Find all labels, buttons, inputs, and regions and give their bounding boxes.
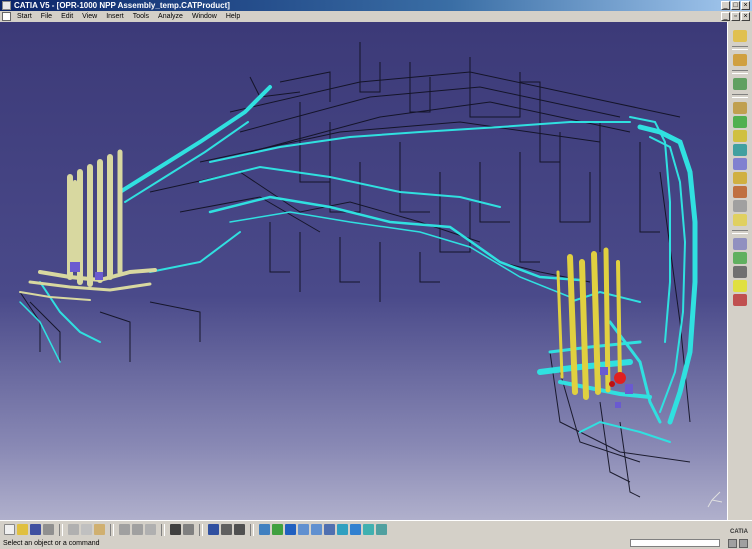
toolbar-separator [59, 523, 63, 536]
minimize-icon[interactable]: _ [721, 1, 730, 10]
window-title: CATIA V5 - [OPR-1000 NPP Assembly_temp.C… [14, 1, 230, 10]
formula-icon[interactable] [170, 524, 181, 535]
doc-close-icon[interactable]: × [741, 12, 750, 21]
status-prompt: Select an object or a command [3, 540, 100, 547]
zoom-out-icon[interactable] [311, 524, 322, 535]
annotation-icon[interactable] [733, 200, 747, 212]
status-bar: Select an object or a command [0, 538, 752, 549]
bottom-toolbar [0, 520, 752, 538]
piping-model [19, 42, 723, 508]
menu-edit[interactable]: Edit [57, 11, 78, 22]
catalog-icon[interactable] [733, 214, 747, 226]
stop-icon[interactable] [728, 539, 737, 548]
toolbar-separator [161, 523, 165, 536]
menu-start[interactable]: Start [13, 11, 37, 22]
constraint-icon[interactable] [733, 116, 747, 128]
print-icon[interactable] [43, 524, 54, 535]
rotate-icon[interactable] [285, 524, 296, 535]
toolbar-separator [110, 523, 114, 536]
doc-restore-icon[interactable]: ▫ [731, 12, 740, 21]
menu-tools[interactable]: Tools [129, 11, 154, 22]
fittings [70, 262, 633, 408]
close-icon[interactable]: × [741, 1, 750, 10]
light-icon[interactable] [733, 280, 747, 292]
toolbar-separator [732, 94, 748, 98]
paste-icon[interactable] [94, 524, 105, 535]
knowledge-icon[interactable] [221, 524, 232, 535]
toolbar-separator [732, 230, 748, 234]
hide-show-icon[interactable] [363, 524, 374, 535]
toolbar-separator [250, 523, 254, 536]
save-icon[interactable] [30, 524, 41, 535]
doc-minimize-icon[interactable]: _ [721, 12, 730, 21]
clash-icon[interactable] [733, 158, 747, 170]
document-controls: _ ▫ × [721, 12, 750, 21]
right-toolbar [727, 22, 752, 520]
document-icon[interactable] [2, 12, 11, 21]
fit-all-icon[interactable] [259, 524, 270, 535]
bill-of-material-icon[interactable] [733, 238, 747, 250]
render-icon[interactable] [733, 266, 747, 278]
maximize-icon[interactable]: □ [731, 1, 740, 10]
explode-icon[interactable] [733, 144, 747, 156]
menu-help[interactable]: Help [222, 11, 245, 22]
menu-window[interactable]: Window [188, 11, 222, 22]
toolbar-separator [199, 523, 203, 536]
red-valve [609, 372, 626, 387]
catia-logo-text: CATIA [730, 529, 748, 535]
toolbar-separator [732, 46, 748, 50]
menu-file[interactable]: File [37, 11, 57, 22]
toolbar-separator [732, 70, 748, 74]
redo-icon[interactable] [132, 524, 143, 535]
normal-view-icon[interactable] [324, 524, 335, 535]
shading-icon[interactable] [350, 524, 361, 535]
iso-view-icon[interactable] [337, 524, 348, 535]
comment-icon[interactable] [183, 524, 194, 535]
new-icon[interactable] [4, 524, 15, 535]
axis-compass-icon [707, 491, 723, 508]
tools-icon[interactable] [733, 294, 747, 306]
menu-insert[interactable]: Insert [102, 11, 129, 22]
cut-icon[interactable] [68, 524, 79, 535]
move-icon[interactable] [733, 102, 747, 114]
whats-this-icon[interactable] [145, 524, 156, 535]
cream-pipes [19, 149, 157, 301]
catia-logo: CATIA [726, 520, 752, 538]
scene-icon[interactable] [733, 252, 747, 264]
zoom-in-icon[interactable] [298, 524, 309, 535]
menu-view[interactable]: View [78, 11, 102, 22]
title-bar: CATIA V5 - [OPR-1000 NPP Assembly_temp.C… [0, 0, 752, 11]
distance-icon[interactable] [733, 186, 747, 198]
undo-icon[interactable] [119, 524, 130, 535]
swap-visible-icon[interactable] [376, 524, 387, 535]
command-input[interactable] [630, 539, 720, 547]
insert-component-icon[interactable] [733, 78, 747, 90]
open-icon[interactable] [17, 524, 28, 535]
menu-bar: Start File Edit View Insert Tools Analyz… [0, 11, 752, 22]
sketch-icon[interactable] [733, 30, 747, 42]
info-icon[interactable] [739, 539, 748, 548]
section-icon[interactable] [733, 172, 747, 184]
fly-mode-icon[interactable] [234, 524, 245, 535]
pan-icon[interactable] [272, 524, 283, 535]
menu-analyze[interactable]: Analyze [154, 11, 188, 22]
snap-icon[interactable] [733, 130, 747, 142]
3d-viewport[interactable] [0, 22, 727, 520]
window-controls: _ □ × [721, 1, 750, 10]
copy-icon[interactable] [81, 524, 92, 535]
product-icon[interactable] [733, 54, 747, 66]
catalog-browser-icon[interactable] [208, 524, 219, 535]
catia-app-icon[interactable] [2, 1, 11, 10]
status-icons [728, 539, 748, 548]
